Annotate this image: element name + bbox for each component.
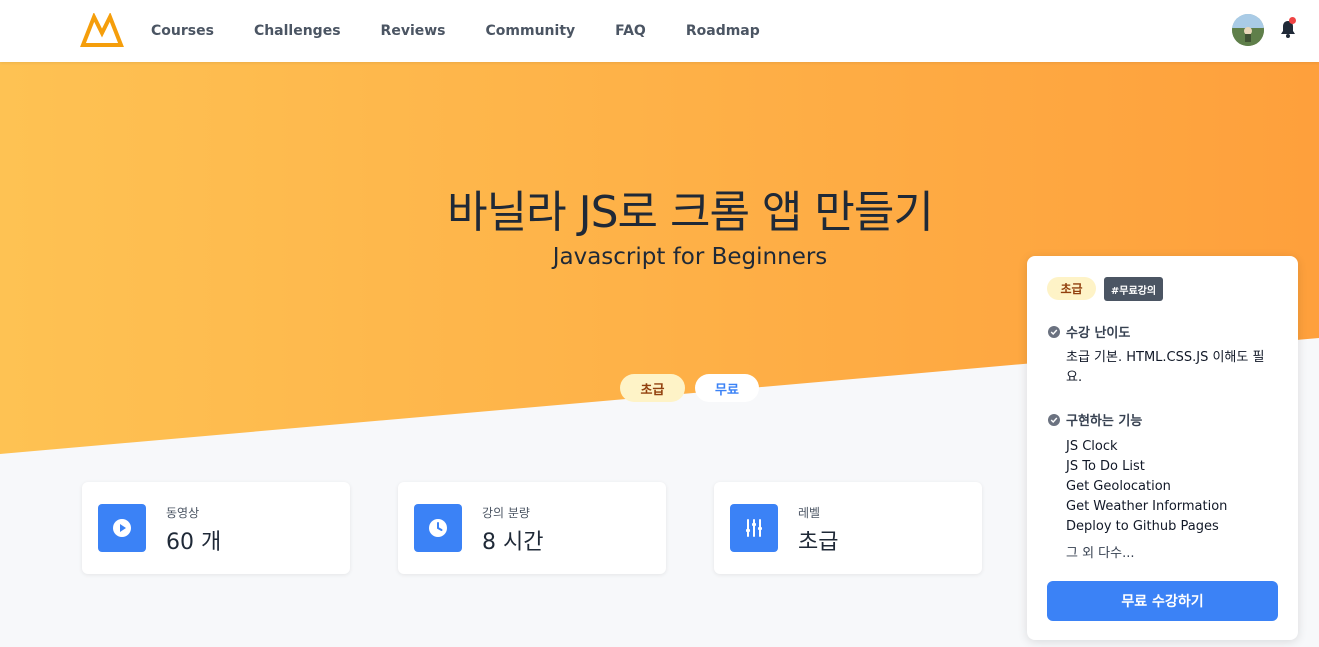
main-nav: Courses Challenges Reviews Community FAQ… [151, 0, 800, 62]
section-heading-text: 구현하는 기능 [1066, 414, 1143, 429]
nav-link-community[interactable]: Community [486, 23, 576, 39]
user-avatar[interactable] [1232, 14, 1264, 46]
list-item: JS Clock [1066, 439, 1118, 454]
price-pill: 무료 [695, 374, 759, 402]
check-circle-icon [1048, 325, 1060, 338]
stat-label: 레벨 [798, 506, 821, 520]
clock-icon [414, 504, 462, 552]
list-item: JS To Do List [1066, 459, 1145, 474]
feature-list: JS Clock JS To Do List Get Geolocation G… [1066, 437, 1227, 537]
top-navbar: Courses Challenges Reviews Community FAQ… [0, 0, 1319, 62]
stat-value: 60 개 [166, 530, 222, 555]
list-item: Get Geolocation [1066, 479, 1171, 494]
features-heading: 구현하는 기능 [1048, 410, 1142, 429]
nav-link-reviews[interactable]: Reviews [381, 23, 446, 39]
stat-value: 8 시간 [482, 530, 544, 555]
nav-link-challenges[interactable]: Challenges [254, 23, 341, 39]
stat-label: 동영상 [166, 506, 200, 520]
difficulty-text: 초급 기본. HTML.CSS.JS 이해도 필요. [1066, 350, 1265, 385]
stat-card-level: 레벨 초급 [714, 482, 982, 574]
notification-dot [1289, 17, 1296, 24]
nomad-logo-icon[interactable] [80, 13, 124, 47]
list-item: Get Weather Information [1066, 499, 1228, 514]
course-title: 바닐라 JS로 크롬 앱 만들기 [447, 187, 934, 238]
nav-link-roadmap[interactable]: Roadmap [686, 23, 760, 39]
more-features-text: 그 외 다수... [1066, 546, 1135, 561]
free-course-tag: #무료강의 [1104, 277, 1163, 301]
stat-label: 강의 분량 [482, 506, 530, 520]
stat-value: 초급 [798, 530, 839, 555]
sliders-icon [730, 504, 778, 552]
nav-link-courses[interactable]: Courses [151, 23, 214, 39]
list-item: Deploy to Github Pages [1066, 519, 1219, 534]
stat-card-videos: 동영상 60 개 [82, 482, 350, 574]
check-circle-icon [1048, 413, 1060, 426]
difficulty-heading: 수강 난이도 [1048, 322, 1130, 341]
enroll-free-button[interactable]: 무료 수강하기 [1047, 581, 1278, 621]
enroll-panel: 초급 #무료강의 수강 난이도 초급 기본. HTML.CSS.JS 이해도 필… [1027, 256, 1298, 640]
stat-card-duration: 강의 분량 8 시간 [398, 482, 666, 574]
nav-link-faq[interactable]: FAQ [615, 23, 646, 39]
play-icon [98, 504, 146, 552]
avatar-photo [1232, 14, 1264, 46]
level-tag: 초급 [1047, 277, 1096, 300]
level-pill: 초급 [620, 374, 685, 402]
section-heading-text: 수강 난이도 [1066, 326, 1131, 341]
